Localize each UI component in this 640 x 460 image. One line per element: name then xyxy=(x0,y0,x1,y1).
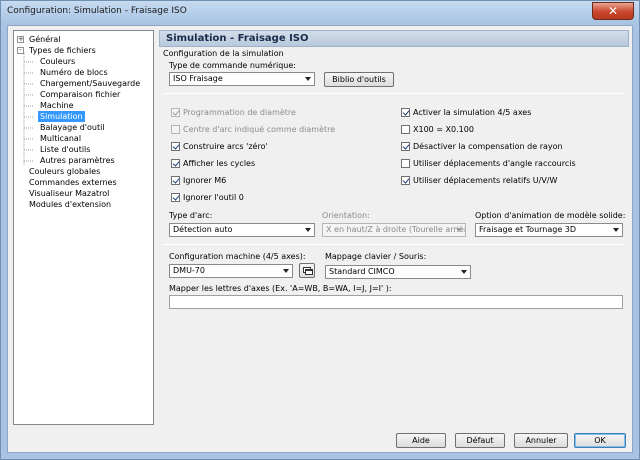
checkbox-box xyxy=(171,142,180,151)
checkbox-box xyxy=(171,176,180,185)
orientation-select[interactable]: X en haut/Z à droite (Tourelle arrière) xyxy=(322,223,466,237)
tree-item-colors[interactable]: Couleurs xyxy=(38,56,77,67)
machine-config-browse-button[interactable] xyxy=(299,263,315,278)
settings-tree[interactable]: + - Général Types de fichiers Couleurs N… xyxy=(13,30,154,425)
orientation-value: X en haut/Z à droite (Tourelle arrière) xyxy=(326,225,466,234)
axis-letters-input[interactable] xyxy=(169,295,623,309)
checkbox-box xyxy=(401,142,410,151)
command-type-label: Type de commande numérique: xyxy=(169,61,296,70)
config-window: Configuration: Simulation - Fraisage ISO… xyxy=(0,0,640,460)
tree-item-mazatrol-viewer[interactable]: Visualiseur Mazatrol xyxy=(27,188,111,199)
chevron-down-icon xyxy=(613,228,619,232)
tree-item-machine[interactable]: Machine xyxy=(38,100,76,111)
checkbox-box xyxy=(171,108,180,117)
pane-header: Simulation - Fraisage ISO xyxy=(159,30,629,47)
command-type-value: ISO Fraisage xyxy=(173,74,223,83)
tree-item-simulation[interactable]: Simulation xyxy=(38,111,85,122)
tree-item-file-compare[interactable]: Comparaison fichier xyxy=(38,89,122,100)
title-bar[interactable]: Configuration: Simulation - Fraisage ISO… xyxy=(1,1,639,23)
arc-type-value: Détection auto xyxy=(173,225,233,234)
tree-item-other-params[interactable]: Autres paramètres xyxy=(38,155,117,166)
tree-item-external-commands[interactable]: Commandes externes xyxy=(27,177,119,188)
machine-config-select[interactable]: DMU-70 xyxy=(169,264,293,278)
chevron-down-icon xyxy=(283,269,289,273)
simulation-group-label: Configuration de la simulation xyxy=(163,49,284,58)
animation-label: Option d'animation de modèle solide: xyxy=(475,211,626,220)
chevron-down-icon xyxy=(461,270,467,274)
arc-type-select[interactable]: Détection auto xyxy=(169,223,315,237)
tree-item-general[interactable]: Général xyxy=(27,34,63,45)
help-button[interactable]: Aide xyxy=(396,433,446,448)
machine-config-label: Configuration machine (4/5 axes): xyxy=(169,252,306,261)
close-button[interactable]: ✕ xyxy=(592,2,634,20)
keyboard-mapping-value: Standard CIMCO xyxy=(329,267,395,276)
axis-letters-label: Mapper les lettres d'axes (Ex. 'A=WB, B=… xyxy=(169,284,392,293)
orientation-label: Orientation: xyxy=(322,211,370,220)
window-title: Configuration: Simulation - Fraisage ISO xyxy=(7,6,187,16)
checkbox-box xyxy=(401,108,410,117)
pane-title: Simulation - Fraisage ISO xyxy=(166,33,309,44)
checkbox-box xyxy=(171,159,180,168)
checkbox-box xyxy=(171,193,180,202)
checkbox-box xyxy=(401,125,410,134)
checkbox-box xyxy=(401,176,410,185)
expand-general-icon[interactable]: + xyxy=(17,36,24,43)
tree-item-extension-modules[interactable]: Modules d'extension xyxy=(27,199,113,210)
tree-item-multichannel[interactable]: Multicanal xyxy=(38,133,83,144)
checkbox-box xyxy=(401,159,410,168)
chevron-down-icon xyxy=(456,228,462,232)
tree-item-tool-list[interactable]: Liste d'outils xyxy=(38,144,92,155)
tool-library-button[interactable]: Biblio d'outils xyxy=(324,72,394,87)
windows-icon-front xyxy=(305,269,313,275)
keyboard-mapping-select[interactable]: Standard CIMCO xyxy=(325,265,471,279)
checkbox-box xyxy=(171,125,180,134)
tree-item-load-save[interactable]: Chargement/Sauvegarde xyxy=(38,78,142,89)
animation-value: Fraisage et Tournage 3D xyxy=(479,225,577,234)
chevron-down-icon xyxy=(305,77,311,81)
command-type-select[interactable]: ISO Fraisage xyxy=(169,72,315,86)
separator xyxy=(163,93,625,94)
chevron-down-icon xyxy=(305,228,311,232)
tree-item-block-numbers[interactable]: Numéro de blocs xyxy=(38,67,110,78)
arc-type-label: Type d'arc: xyxy=(169,211,213,220)
tree-item-file-types[interactable]: Types de fichiers xyxy=(27,45,98,56)
settings-pane: Simulation - Fraisage ISO Configuration … xyxy=(159,30,629,425)
tree-item-global-colors[interactable]: Couleurs globales xyxy=(27,166,102,177)
machine-config-value: DMU-70 xyxy=(173,266,205,275)
separator xyxy=(163,244,625,245)
ok-button[interactable]: OK xyxy=(574,433,626,448)
default-button[interactable]: Défaut xyxy=(455,433,505,448)
cancel-button[interactable]: Annuler xyxy=(514,433,568,448)
keyboard-mapping-label: Mappage clavier / Souris: xyxy=(325,252,427,261)
tree-item-tool-sweep[interactable]: Balayage d'outil xyxy=(38,122,107,133)
dialog-client: + - Général Types de fichiers Couleurs N… xyxy=(7,25,633,453)
collapse-file-types-icon[interactable]: - xyxy=(17,47,24,54)
animation-select[interactable]: Fraisage et Tournage 3D xyxy=(475,223,623,237)
